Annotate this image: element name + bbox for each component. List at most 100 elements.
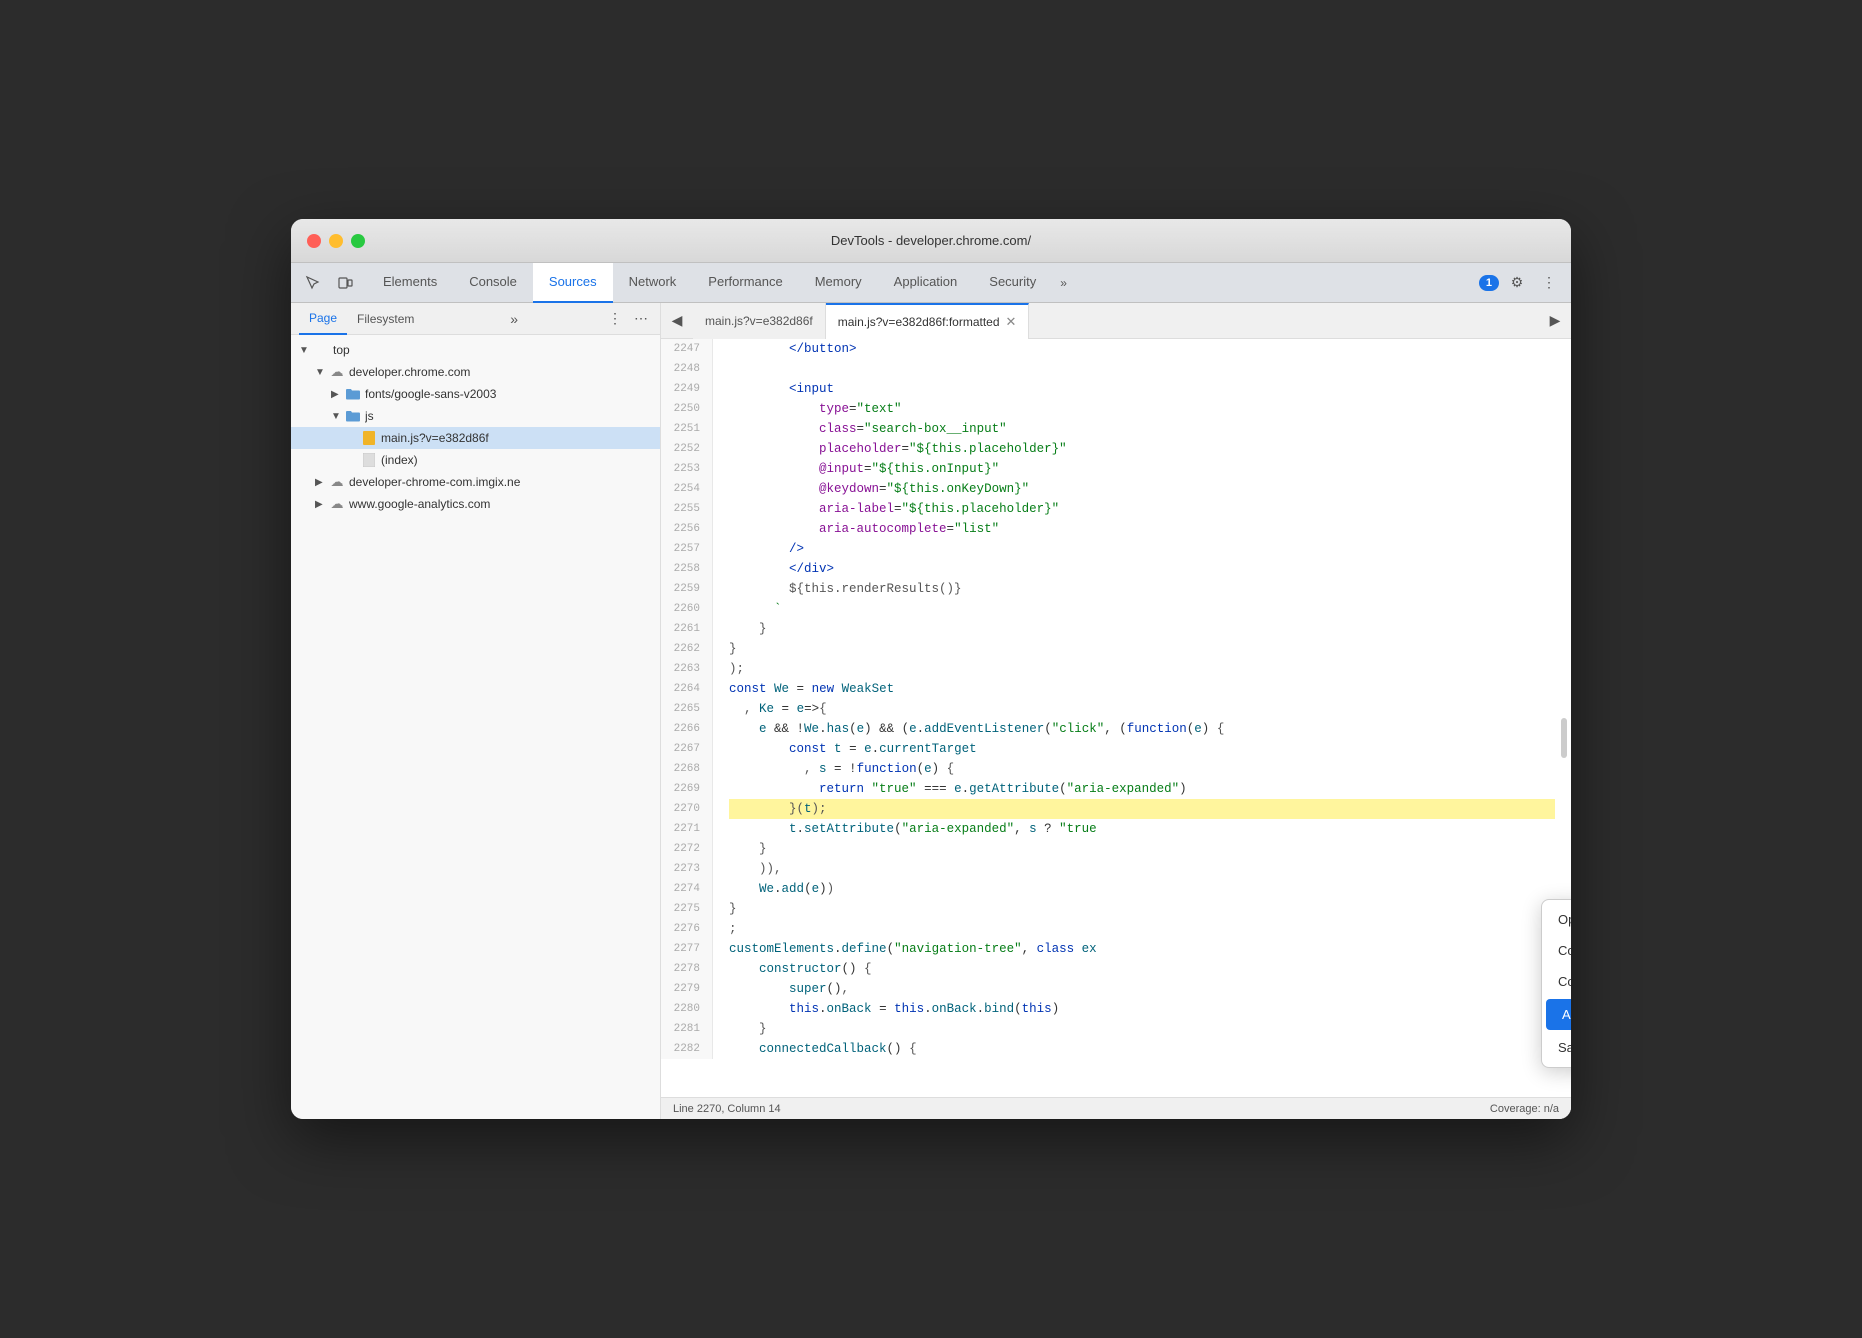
code-editor[interactable]: 2247 2248 2249 2250 2251 2252 2253 2254 … — [661, 339, 1571, 1097]
tree-item-index[interactable]: ▶ (index) — [291, 449, 660, 471]
code-line-2282: connectedCallback() { — [729, 1039, 1555, 1059]
ctx-copy-filename[interactable]: Copy file name — [1542, 966, 1571, 997]
tree-item-js[interactable]: ▼ js — [291, 405, 660, 427]
scrollbar-thumb[interactable] — [1561, 718, 1567, 758]
code-line-2280: this.onBack = this.onBack.bind(this) — [729, 999, 1555, 1019]
tree-arrow-fonts: ▶ — [331, 389, 345, 400]
code-line-2255: aria-label="${this.placeholder}" — [729, 499, 1555, 519]
code-line-2252: placeholder="${this.placeholder}" — [729, 439, 1555, 459]
ctx-add-ignore[interactable]: Add script to ignore list — [1546, 999, 1571, 1030]
tree-label-analytics: www.google-analytics.com — [349, 497, 490, 511]
folder-icon-fonts — [345, 386, 361, 402]
devtools-tabs: Elements Console Sources Network Perform… — [367, 263, 1479, 303]
tree-arrow-imgix: ▶ — [315, 477, 329, 488]
ctx-open-new-tab[interactable]: Open in new tab — [1542, 904, 1571, 935]
more-options-icon[interactable]: ⋮ — [1535, 269, 1563, 297]
ctx-copy-link[interactable]: Copy link address — [1542, 935, 1571, 966]
code-line-2251: class="search-box__input" — [729, 419, 1555, 439]
tree-label-top: top — [333, 343, 350, 357]
code-line-2254: @keydown="${this.onKeyDown}" — [729, 479, 1555, 499]
devtools-controls — [299, 269, 359, 297]
code-line-2250: type="text" — [729, 399, 1555, 419]
maximize-button[interactable] — [351, 234, 365, 248]
tree-item-top[interactable]: ▼ top — [291, 339, 660, 361]
sidebar-tabs: Page Filesystem » ⋮ ⋯ — [291, 303, 660, 335]
tree-item-main-js[interactable]: ▶ main.js?v=e382d86f — [291, 427, 660, 449]
code-line-2259: ${this.renderResults()} — [729, 579, 1555, 599]
code-line-2274: We.add(e)) — [729, 879, 1555, 899]
code-line-2262: } — [729, 639, 1555, 659]
folder-icon-js — [345, 408, 361, 424]
cloud-icon-analytics: ☁ — [329, 496, 345, 512]
code-line-2260: ` — [729, 599, 1555, 619]
code-line-2271: t.setAttribute("aria-expanded", s ? "tru… — [729, 819, 1555, 839]
code-line-2253: @input="${this.onInput}" — [729, 459, 1555, 479]
tree-item-fonts[interactable]: ▶ fonts/google-sans-v2003 — [291, 383, 660, 405]
code-content: 2247 2248 2249 2250 2251 2252 2253 2254 … — [661, 339, 1571, 1059]
statusbar: Line 2270, Column 14 Coverage: n/a — [661, 1097, 1571, 1119]
tab-console[interactable]: Console — [453, 263, 533, 303]
sidebar-tabs-more[interactable]: » — [510, 311, 518, 327]
code-line-2261: } — [729, 619, 1555, 639]
code-line-2269: return "true" === e.getAttribute("aria-e… — [729, 779, 1555, 799]
titlebar: DevTools - developer.chrome.com/ — [291, 219, 1571, 263]
tab-elements[interactable]: Elements — [367, 263, 453, 303]
code-line-2273: )), — [729, 859, 1555, 879]
code-line-2279: super(), — [729, 979, 1555, 999]
cloud-icon-imgix: ☁ — [329, 474, 345, 490]
file-icon-main-js — [361, 430, 377, 446]
tab-application[interactable]: Application — [878, 263, 974, 303]
tab-performance[interactable]: Performance — [692, 263, 798, 303]
editor-tab-main-js[interactable]: main.js?v=e382d86f — [693, 303, 826, 339]
tab-sources[interactable]: Sources — [533, 263, 613, 303]
settings-icon[interactable]: ⚙ — [1503, 269, 1531, 297]
tree-label-imgix: developer-chrome-com.imgix.ne — [349, 475, 520, 489]
editor-forward-button[interactable]: ▶ — [1539, 303, 1571, 339]
tab-network[interactable]: Network — [613, 263, 693, 303]
editor-tab-close-icon[interactable]: ✕ — [1006, 314, 1017, 330]
file-icon-index — [361, 452, 377, 468]
tree-arrow-chrome-dev: ▼ — [315, 367, 329, 378]
code-lines: </button> <input type="text" class="sear… — [713, 339, 1571, 1059]
code-line-2247: </button> — [729, 339, 1555, 359]
editor-tab-main-js-formatted[interactable]: main.js?v=e382d86f:formatted ✕ — [826, 303, 1030, 339]
code-line-2270: }(t); — [729, 799, 1555, 819]
editor-area: ◀ main.js?v=e382d86f main.js?v=e382d86f:… — [661, 303, 1571, 1119]
tree-label-fonts: fonts/google-sans-v2003 — [365, 387, 496, 401]
window-controls — [307, 234, 365, 248]
close-button[interactable] — [307, 234, 321, 248]
file-tree: ▼ top ▼ ☁ developer.chrome.com ▶ — [291, 335, 660, 1119]
code-line-2276: ; — [729, 919, 1555, 939]
tree-arrow-top: ▼ — [299, 345, 313, 356]
tree-label-chrome-dev: developer.chrome.com — [349, 365, 470, 379]
code-line-2267: const t = e.currentTarget — [729, 739, 1555, 759]
sidebar-tab-filesystem[interactable]: Filesystem — [347, 303, 424, 335]
notification-badge: 1 — [1479, 275, 1499, 291]
tab-actions: 1 ⚙ ⋮ — [1479, 269, 1563, 297]
device-toggle-icon[interactable] — [331, 269, 359, 297]
tree-label-main-js: main.js?v=e382d86f — [381, 431, 489, 445]
tree-item-chrome-dev[interactable]: ▼ ☁ developer.chrome.com — [291, 361, 660, 383]
tab-memory[interactable]: Memory — [799, 263, 878, 303]
tree-item-imgix[interactable]: ▶ ☁ developer-chrome-com.imgix.ne — [291, 471, 660, 493]
code-line-2256: aria-autocomplete="list" — [729, 519, 1555, 539]
sidebar-tab-page[interactable]: Page — [299, 303, 347, 335]
code-line-2278: constructor() { — [729, 959, 1555, 979]
minimize-button[interactable] — [329, 234, 343, 248]
code-line-2264: const We = new WeakSet — [729, 679, 1555, 699]
editor-back-button[interactable]: ◀ — [661, 303, 693, 339]
editor-tabbar: ◀ main.js?v=e382d86f main.js?v=e382d86f:… — [661, 303, 1571, 339]
sidebar-action-collapse[interactable]: ⋮ — [604, 308, 626, 330]
code-line-2275: } — [729, 899, 1555, 919]
code-line-2265: , Ke = e=>{ — [729, 699, 1555, 719]
code-line-2281: } — [729, 1019, 1555, 1039]
tab-security[interactable]: Security — [973, 263, 1052, 303]
inspect-icon[interactable] — [299, 269, 327, 297]
ctx-save-as[interactable]: Save as... — [1542, 1032, 1571, 1063]
sidebar-action-new[interactable]: ⋯ — [630, 308, 652, 330]
code-line-2263: ); — [729, 659, 1555, 679]
code-line-2249: <input — [729, 379, 1555, 399]
tree-label-index: (index) — [381, 453, 418, 467]
tree-item-analytics[interactable]: ▶ ☁ www.google-analytics.com — [291, 493, 660, 515]
tabs-more-button[interactable]: » — [1052, 276, 1075, 290]
